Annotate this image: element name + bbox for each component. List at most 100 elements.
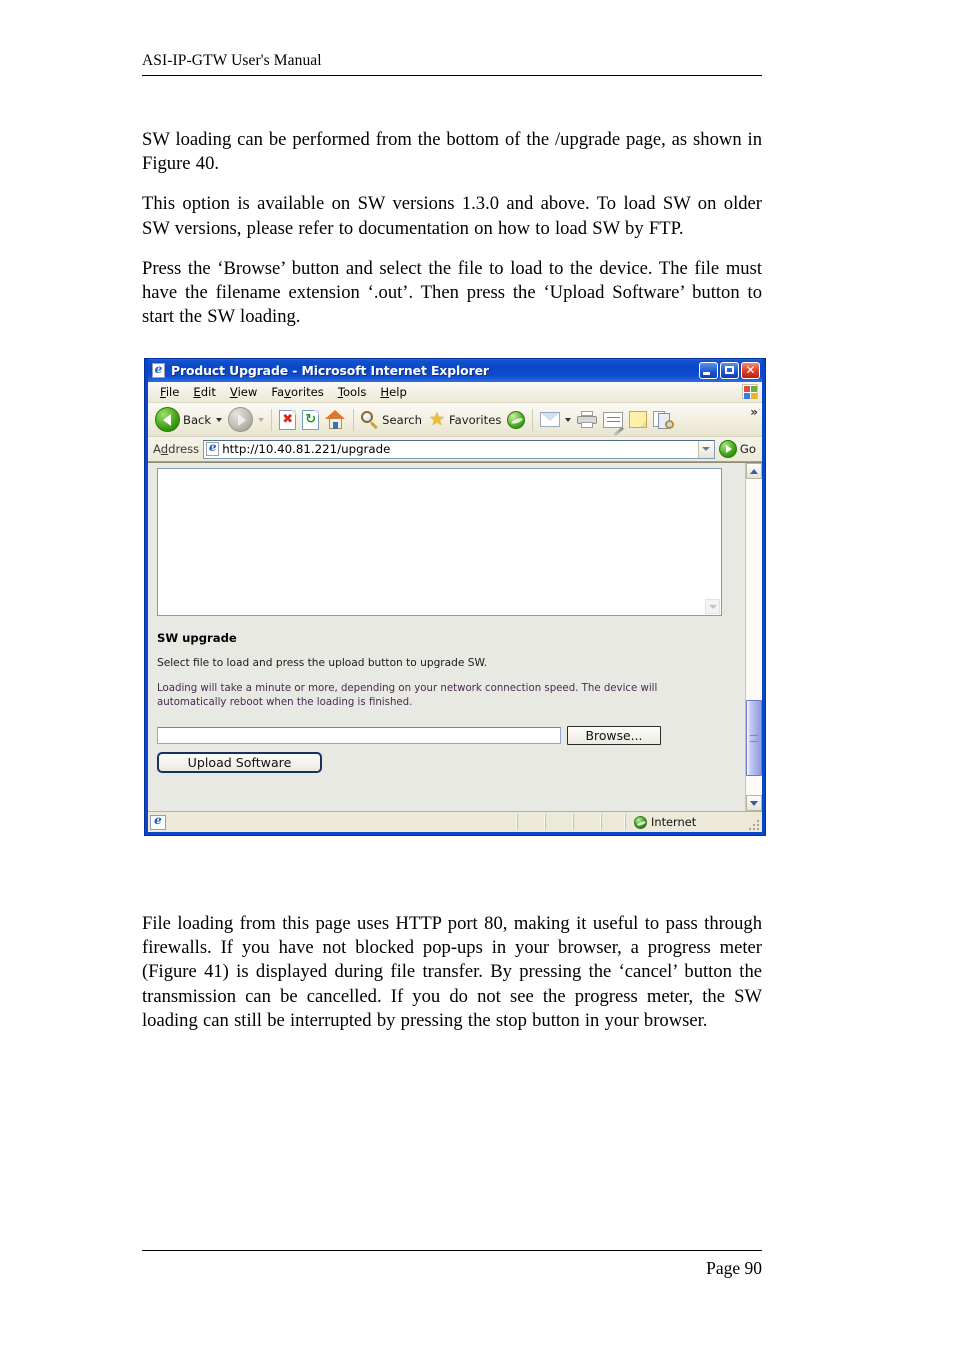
- stop-icon: ✖: [279, 409, 297, 430]
- menu-item-file[interactable]: File: [153, 384, 186, 400]
- scrollbar-thumb[interactable]: [746, 700, 762, 777]
- go-button[interactable]: Go: [715, 440, 762, 458]
- print-button[interactable]: [574, 406, 600, 433]
- paragraph-3: Press the ‘Browse’ button and select the…: [142, 257, 762, 328]
- browser-statusbar: Internet: [148, 811, 762, 832]
- discuss-button[interactable]: [650, 406, 676, 433]
- close-button[interactable]: [741, 362, 760, 379]
- statusbar-pane: [601, 814, 625, 830]
- running-header: ASI-IP-GTW User's Manual: [142, 52, 762, 76]
- browser-toolbar: Back ✖ ↻ Search ★ Favorites »: [148, 403, 762, 437]
- edit-page-icon: [603, 411, 625, 436]
- document-page: ASI-IP-GTW User's Manual SW loading can …: [0, 0, 954, 1350]
- back-button[interactable]: Back: [152, 406, 225, 433]
- back-history-chevron-down-icon[interactable]: [216, 417, 223, 422]
- sw-upgrade-heading: SW upgrade: [157, 631, 237, 645]
- scroll-up-icon[interactable]: [746, 463, 762, 479]
- menu-item-tools[interactable]: Tools: [331, 384, 374, 400]
- forward-arrow-icon: [228, 407, 254, 432]
- page-scrollbar[interactable]: [745, 463, 762, 811]
- resize-grip[interactable]: [748, 819, 760, 831]
- search-label: Search: [382, 412, 422, 427]
- address-label: Address: [153, 442, 200, 456]
- mail-envelope-icon: [540, 412, 561, 427]
- inner-frame-scroll-down-icon[interactable]: [705, 599, 720, 614]
- ie-logo-icon: [152, 363, 167, 378]
- toolbar-overflow-icon[interactable]: »: [750, 405, 758, 419]
- address-page-icon: [206, 442, 220, 456]
- window-controls: [699, 362, 760, 379]
- forward-history-chevron-down-icon: [258, 417, 265, 422]
- media-button[interactable]: [504, 406, 528, 433]
- statusbar-page-icon: [150, 814, 166, 830]
- home-button[interactable]: [322, 406, 349, 433]
- edit-button[interactable]: [600, 406, 626, 436]
- menu-item-view[interactable]: View: [223, 384, 265, 400]
- statusbar-pane: [573, 814, 601, 830]
- paragraph-1: SW loading can be performed from the bot…: [142, 129, 762, 175]
- web-page-content: SW upgrade Select file to load and press…: [148, 463, 745, 811]
- address-chevron-down-icon[interactable]: [697, 440, 714, 458]
- upgrade-status-frame: [157, 468, 722, 616]
- search-button[interactable]: Search: [358, 406, 425, 433]
- paragraph-4: File loading from this page uses HTTP po…: [142, 913, 762, 1031]
- scroll-down-icon[interactable]: [746, 795, 762, 811]
- discuss-icon: [653, 410, 675, 429]
- menu-item-favorites[interactable]: Favorites: [264, 384, 330, 400]
- stop-button[interactable]: ✖: [276, 406, 299, 433]
- go-arrow-icon: [718, 440, 737, 458]
- note-icon: [629, 411, 648, 428]
- favorites-button[interactable]: ★ Favorites: [425, 406, 504, 433]
- page-number: Page 90: [706, 1258, 762, 1278]
- windows-flag-icon: [742, 384, 758, 399]
- page-footer: Page 90: [142, 1250, 762, 1279]
- star-icon: ★: [428, 408, 446, 430]
- go-label: Go: [739, 442, 756, 456]
- menu-item-help[interactable]: Help: [373, 384, 413, 400]
- browser-titlebar: Product Upgrade - Microsoft Internet Exp…: [148, 359, 762, 382]
- statusbar-pane: [517, 814, 545, 830]
- scrollbar-track[interactable]: [746, 479, 762, 795]
- search-icon: [361, 410, 379, 429]
- toolbar-separator: [532, 408, 534, 431]
- refresh-button[interactable]: ↻: [299, 406, 322, 433]
- window-title: Product Upgrade - Microsoft Internet Exp…: [171, 363, 489, 378]
- address-input[interactable]: http://10.40.81.221/upgrade: [203, 439, 715, 459]
- upload-software-button[interactable]: Upload Software: [157, 751, 322, 773]
- body-text-bottom: File loading from this page uses HTTP po…: [142, 912, 762, 1033]
- header-rule: [142, 75, 762, 76]
- paragraph-2: This option is available on SW versions …: [142, 193, 762, 239]
- mail-button[interactable]: [537, 406, 574, 433]
- statusbar-message: [168, 814, 517, 830]
- media-globe-icon: [507, 410, 526, 429]
- zone-label: Internet: [651, 815, 697, 829]
- home-icon: [325, 410, 346, 429]
- forward-button[interactable]: [225, 406, 267, 433]
- sw-upgrade-warning: Loading will take a minute or more, depe…: [157, 683, 658, 708]
- browse-button[interactable]: Browse...: [567, 725, 661, 745]
- maximize-button[interactable]: [720, 362, 739, 379]
- browser-client-area: File Edit View Favorites Tools Help Back: [148, 382, 762, 832]
- browser-viewport: SW upgrade Select file to load and press…: [148, 462, 762, 811]
- favorites-label: Favorites: [449, 412, 502, 427]
- internet-zone-globe-icon: [634, 815, 647, 829]
- sw-upgrade-instruction: Select file to load and press the upload…: [157, 657, 488, 669]
- back-arrow-icon: [155, 407, 180, 432]
- refresh-icon: ↻: [302, 409, 320, 430]
- file-path-input[interactable]: [157, 726, 561, 744]
- upload-row: Upload Software: [157, 751, 722, 773]
- security-zone-indicator[interactable]: Internet: [625, 814, 762, 830]
- menu-item-edit[interactable]: Edit: [186, 384, 222, 400]
- minimize-button[interactable]: [699, 362, 718, 379]
- header-title: ASI-IP-GTW User's Manual: [142, 52, 322, 69]
- back-label: Back: [183, 412, 212, 427]
- notes-button[interactable]: [626, 406, 650, 433]
- printer-icon: [577, 411, 598, 428]
- statusbar-pane: [545, 814, 573, 830]
- toolbar-separator: [353, 408, 355, 431]
- body-text-top: SW loading can be performed from the bot…: [142, 128, 762, 329]
- file-select-row: Browse...: [157, 725, 722, 745]
- sw-upgrade-section: SW upgrade Select file to load and press…: [157, 631, 722, 780]
- toolbar-separator: [271, 408, 273, 431]
- mail-chevron-down-icon[interactable]: [565, 417, 572, 422]
